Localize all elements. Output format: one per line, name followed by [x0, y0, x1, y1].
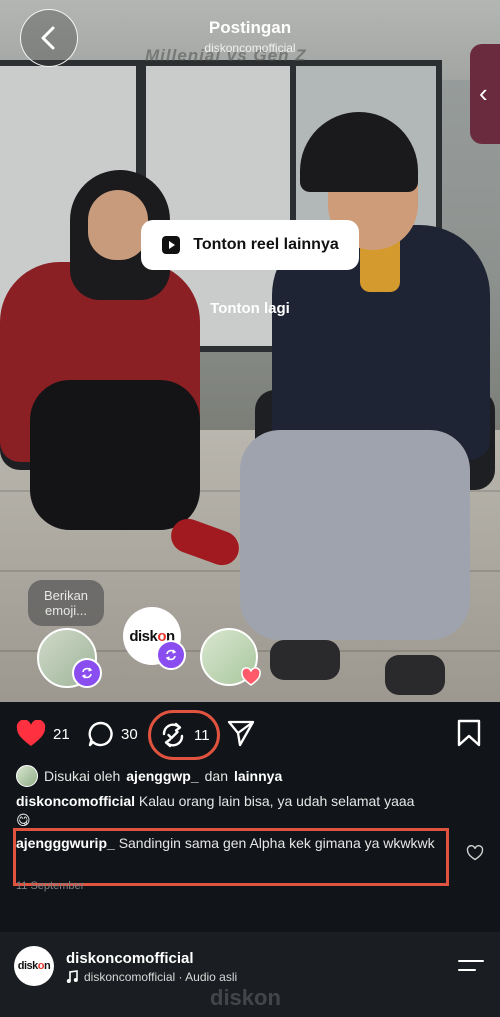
audio-info[interactable]: diskoncomofficial · Audio asli	[66, 970, 237, 984]
liked-by-line[interactable]: Disukai oleh ajenggwp_ dan lainnya	[16, 765, 282, 787]
caption-text: Kalau orang lain bisa, ya udah selamat y…	[138, 793, 415, 809]
comment-button[interactable]: 30	[87, 720, 138, 748]
diskon-logo: diskon	[17, 960, 51, 972]
save-button[interactable]	[456, 718, 482, 748]
side-panel-tab[interactable]: ‹	[470, 44, 500, 144]
scene-person	[240, 430, 470, 640]
music-note-icon	[66, 970, 78, 983]
share-button[interactable]	[226, 718, 256, 748]
liked-by-prefix: Disukai oleh	[44, 768, 121, 784]
post-date: 11 September	[16, 880, 85, 892]
comment-count: 30	[121, 725, 138, 743]
action-bar: 21 30 11	[0, 712, 500, 756]
post-caption: diskoncomofficial Kalau orang lain bisa,…	[16, 792, 486, 830]
header-username[interactable]: diskoncomofficial	[0, 41, 500, 55]
heart-badge-icon	[241, 667, 261, 686]
watch-more-label: Tonton reel lainnya	[193, 236, 339, 253]
heart-icon	[16, 720, 46, 746]
scene-person	[385, 655, 445, 695]
caption-emoji: 😋	[16, 812, 31, 828]
caption-username[interactable]: diskoncomofficial	[16, 793, 135, 809]
comment-text: Sandingin sama gen Alpha kek gimana ya w…	[118, 835, 435, 851]
liked-by-user[interactable]: ajenggwp_	[126, 768, 198, 784]
comment-like-icon[interactable]	[466, 845, 484, 861]
menu-icon[interactable]	[458, 960, 484, 978]
scene-person	[88, 190, 148, 260]
repost-badge-icon	[156, 640, 186, 670]
scene-person	[270, 640, 340, 680]
audio-label: diskoncomofficial · Audio asli	[84, 970, 238, 984]
liked-by-others[interactable]: lainnya	[234, 768, 282, 784]
replay-button[interactable]: Tonton lagi	[0, 300, 500, 317]
player-username[interactable]: diskoncomofficial	[66, 950, 194, 967]
avatar-diskon[interactable]: diskon	[14, 946, 54, 986]
watch-more-reels-button[interactable]: Tonton reel lainnya	[141, 220, 359, 270]
like-count: 21	[53, 725, 70, 743]
paper-plane-icon	[227, 720, 255, 747]
liked-by-connector: dan	[204, 768, 228, 784]
reel-play-icon	[162, 236, 181, 254]
comment-username[interactable]: ajengggwurip_	[16, 835, 115, 851]
emoji-prompt[interactable]: Berikan emoji...	[28, 580, 104, 626]
comment-icon	[88, 721, 113, 747]
diskon-watermark: diskon	[210, 985, 281, 1010]
avatar	[16, 765, 38, 787]
repost-badge-icon	[72, 658, 102, 688]
scene-person	[30, 380, 200, 530]
like-button[interactable]: 21	[15, 720, 70, 748]
top-comment: ajengggwurip_ Sandingin sama gen Alpha k…	[16, 834, 446, 853]
chevron-left-icon: ‹	[479, 78, 488, 108]
bookmark-icon	[457, 719, 481, 747]
page-title: Postingan	[208, 18, 292, 37]
annotation-circle	[148, 710, 220, 760]
